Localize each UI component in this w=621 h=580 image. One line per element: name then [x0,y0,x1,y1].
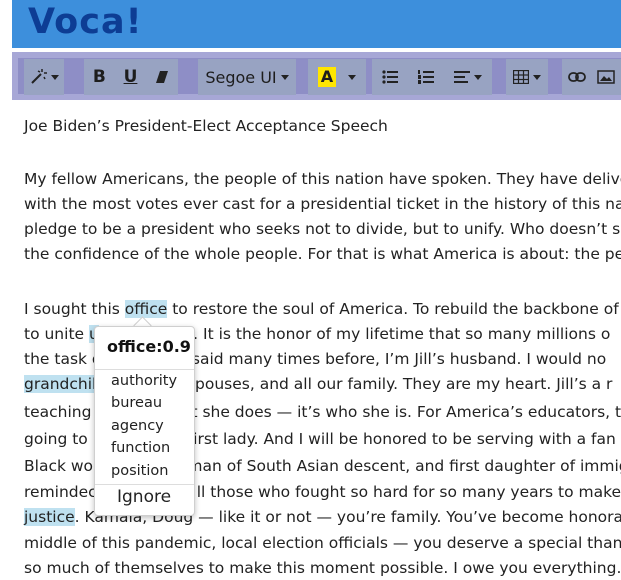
synonym-option[interactable]: position [111,463,168,479]
divider [95,369,194,370]
popup-title: office:0.9 [107,337,191,356]
format-group: B U [84,59,178,95]
image-icon[interactable] [597,70,615,84]
table-button[interactable] [506,59,548,95]
eraser-icon[interactable] [155,70,169,84]
flagged-word[interactable]: grandchil [24,375,97,393]
text-span: going to [24,430,88,448]
divider [95,484,194,485]
chevron-down-icon [474,75,482,80]
paragraph-line: My fellow Americans, the people of this … [24,170,621,188]
chevron-down-icon [533,75,541,80]
magic-button[interactable] [24,59,64,95]
align-left-icon [454,71,470,83]
ignore-button[interactable]: Ignore [117,487,171,507]
flagged-word-office[interactable]: office [124,300,168,318]
link-icon[interactable] [567,71,586,83]
text-span: man of South Asian descent, and first da… [187,457,621,475]
text-span: teaching [24,403,92,421]
chevron-down-icon [51,75,59,80]
paragraph-line: the confidence of the whole people. For … [24,245,621,263]
paragraph-line: pledge to be a president who seeks not t… [24,220,621,238]
synonym-popup: office:0.9 authority bureau agency funct… [94,326,195,516]
bold-button[interactable]: B [93,67,106,87]
text-span: s I said many times before, I’m Jill’s h… [169,350,607,368]
paragraph-line: so much of themselves to make this momen… [24,559,621,577]
text-span: ne. It is the honor of my lifetime that … [173,325,611,343]
insert-group [562,59,621,95]
bullet-list-icon[interactable] [382,70,398,84]
text-span: to restore the soul of America. To rebui… [167,300,621,318]
paragraph-line: middle of this pandemic, local election … [24,534,621,552]
synonym-option[interactable]: function [111,440,170,456]
app-logo: Voca! [28,2,143,42]
font-select-label: Segoe UI [205,67,277,87]
app-header: Voca! [12,0,621,48]
synonym-option[interactable]: agency [111,418,164,434]
paragraph-line: with the most votes ever cast for a pres… [24,195,621,213]
text-span: first lady. And I will be honored to be … [187,430,616,448]
text-span: I sought this [24,300,125,318]
font-select[interactable]: Segoe UI [198,59,296,95]
table-icon [513,70,529,84]
magic-wand-icon [31,69,47,84]
chevron-down-icon [280,75,289,80]
text-span: ir spouses, and all our family. They are… [171,375,613,393]
synonym-option[interactable]: bureau [111,395,162,411]
synonym-option[interactable]: authority [111,373,177,389]
chevron-down-icon [348,75,357,80]
text-span: the task o [24,350,102,368]
editor-toolbar: B U Segoe UI A [12,52,621,100]
toolbar-gap [12,100,621,105]
paragraph-group [372,59,492,95]
font-color-button[interactable]: A [308,59,366,95]
underline-button[interactable]: U [124,67,138,87]
text-span: ll those who fought so hard for so many … [196,483,621,501]
text-span: t she does — it’s who she is. For Americ… [191,403,621,421]
font-color-icon: A [317,67,337,87]
flagged-word[interactable]: justice [24,508,75,526]
text-span: to unite [24,325,89,343]
text-span: Black wor [24,457,100,475]
document-title: Joe Biden’s President-Elect Acceptance S… [24,117,388,135]
align-button[interactable] [454,70,482,84]
text-span: remindec [24,483,97,501]
numbered-list-icon[interactable] [418,70,434,84]
paragraph-line: I sought this office to restore the soul… [24,297,621,321]
